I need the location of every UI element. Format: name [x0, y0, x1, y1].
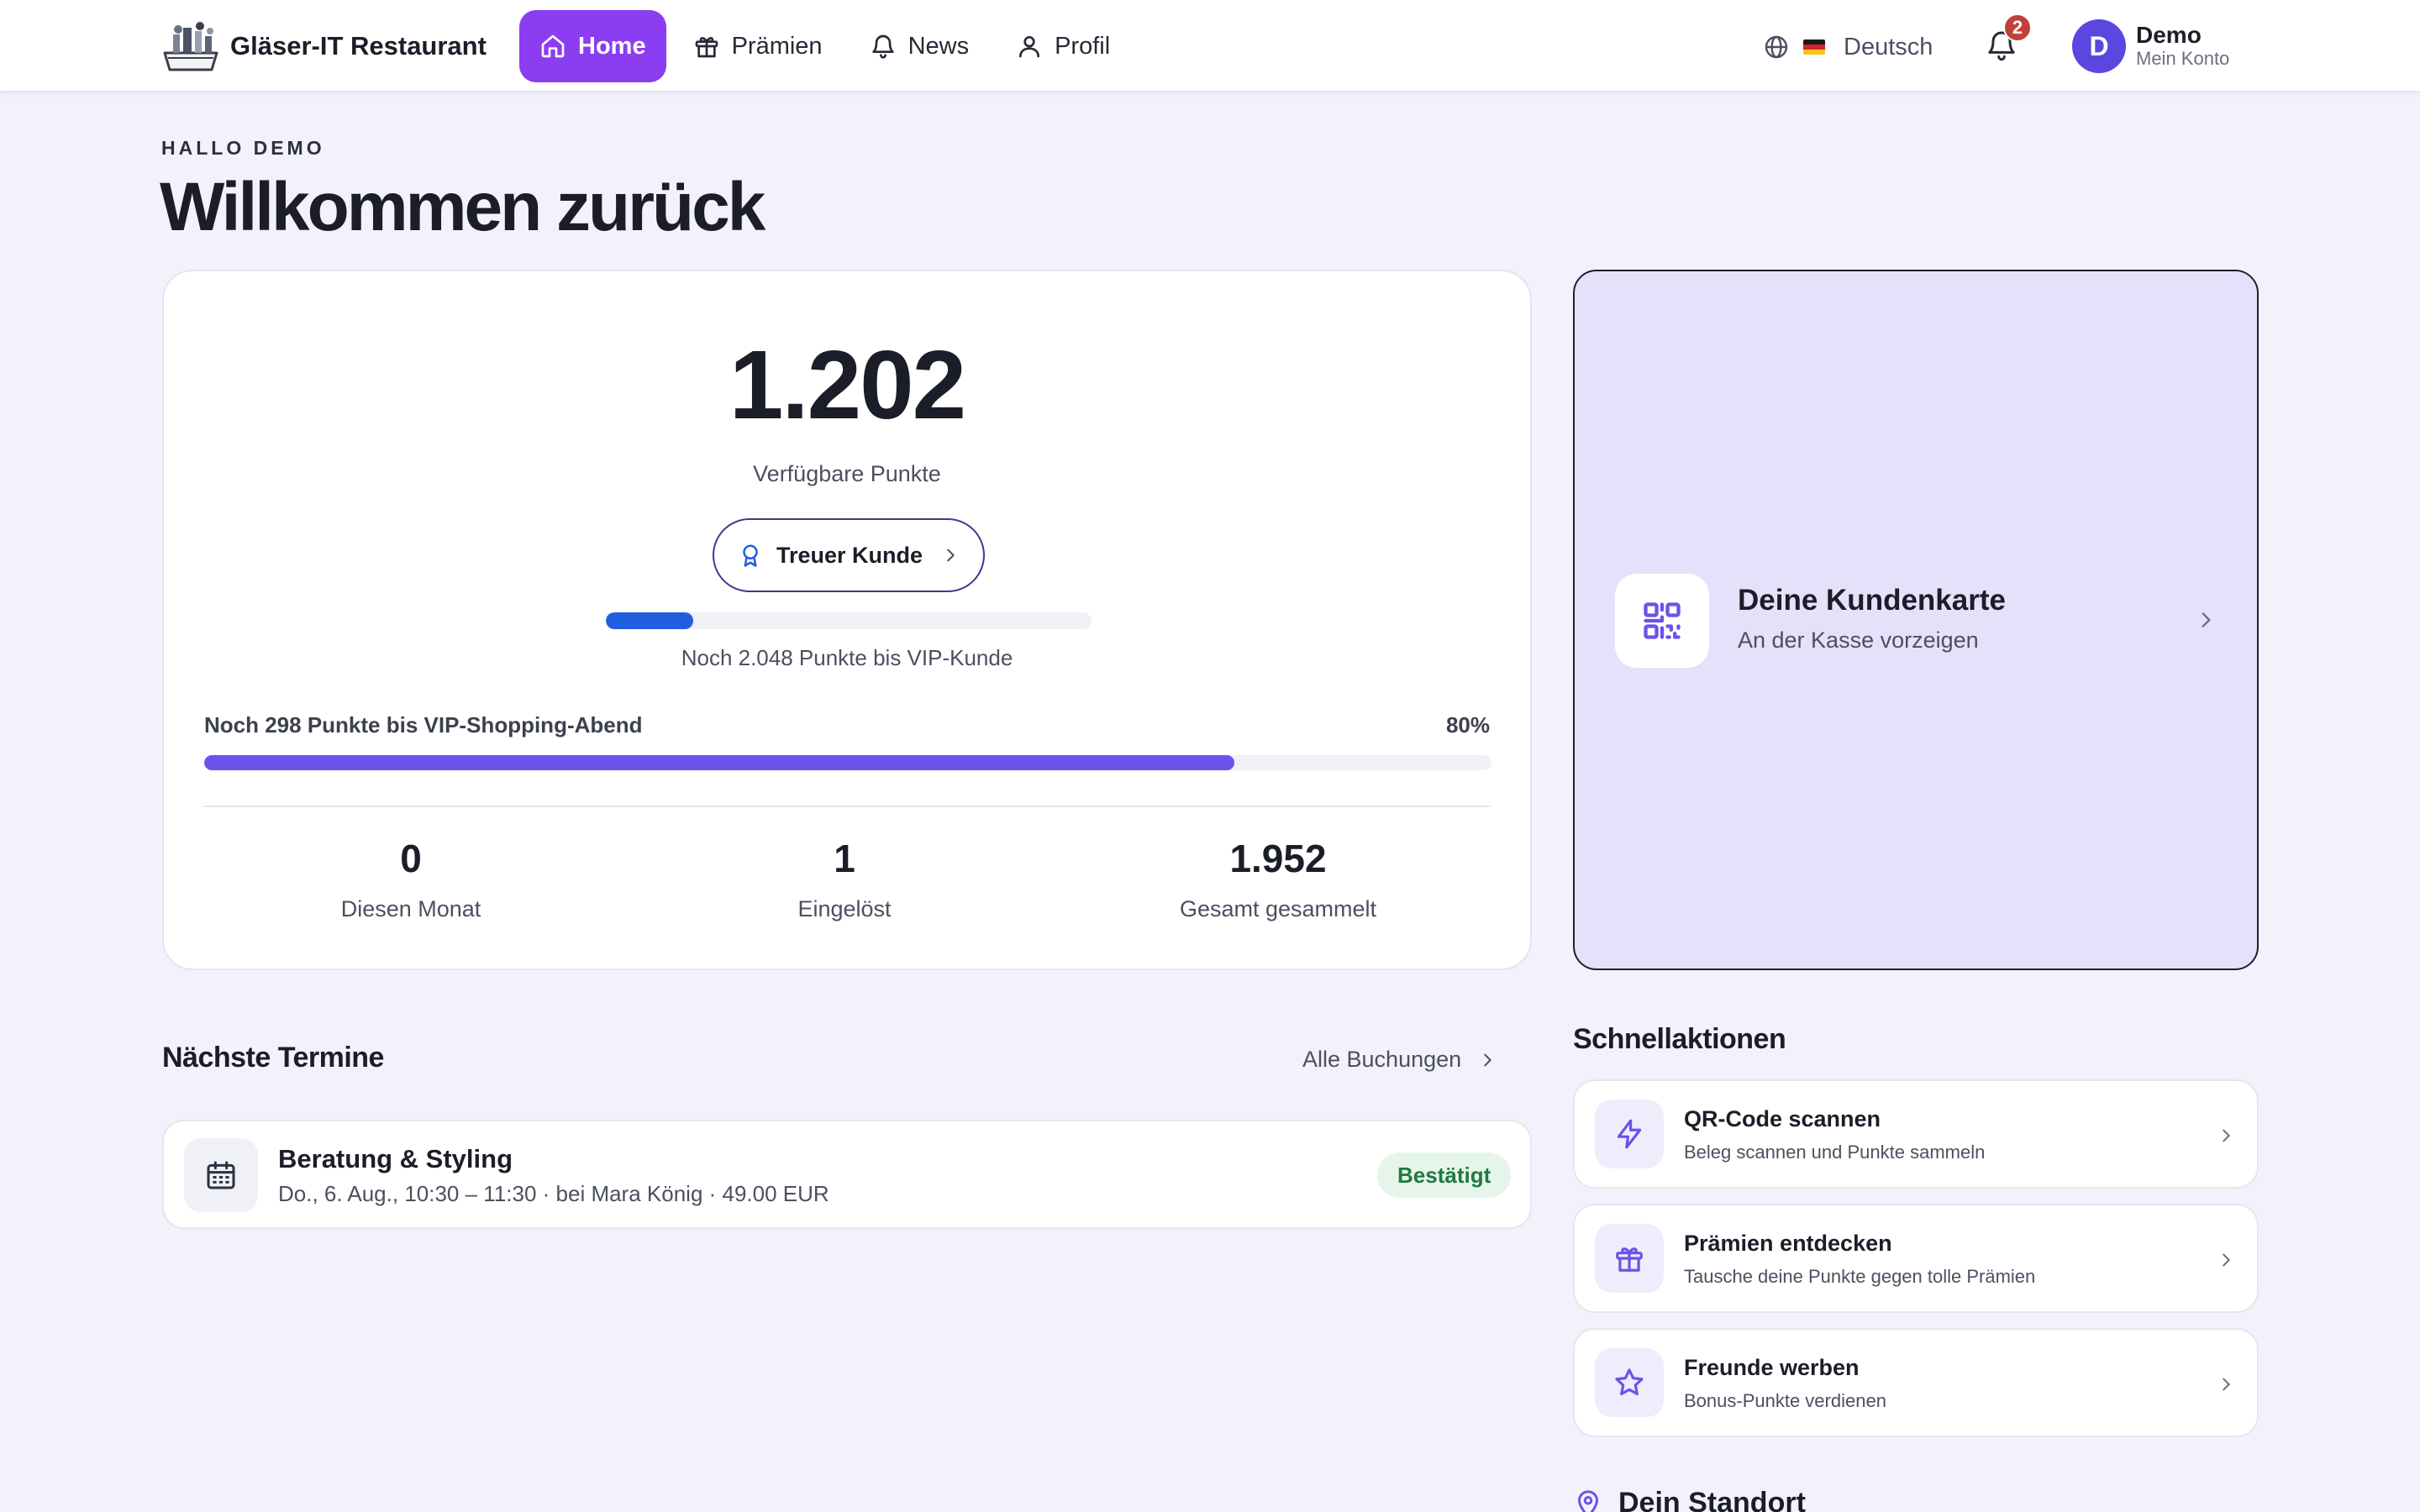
language-label: Deutsch	[1844, 33, 1933, 60]
customer-card-subtitle: An der Kasse vorzeigen	[1738, 627, 1979, 653]
tier-progress-bar	[606, 612, 1092, 629]
goal-progress-fill	[204, 755, 1234, 770]
quick-action-title: Freunde werben	[1684, 1355, 1860, 1380]
all-bookings-label: Alle Buchungen	[1302, 1047, 1462, 1072]
quick-action-subtitle: Bonus-Punkte verdienen	[1684, 1390, 1886, 1411]
tier-caption: Noch 2.048 Punkte bis VIP-Kunde	[681, 645, 1013, 670]
quick-action-title: Prämien entdecken	[1684, 1231, 1892, 1256]
language-selector[interactable]: Deutsch	[1763, 29, 1933, 66]
user-icon	[1019, 36, 1040, 58]
home-icon	[541, 34, 565, 58]
tier-progress-fill	[606, 612, 694, 629]
nav-item-news[interactable]: News	[850, 10, 990, 82]
stat-total-collected: 1.952 Gesamt gesammelt	[1102, 836, 1455, 922]
greeting-eyebrow: HALLO DEMO	[161, 137, 325, 159]
customer-card[interactable]: Deine Kundenkarte An der Kasse vorzeigen	[1573, 270, 2259, 970]
stat-value: 1.952	[1229, 837, 1327, 880]
chevron-right-icon	[2202, 612, 2211, 627]
chevron-right-icon	[2223, 1378, 2230, 1391]
quick-action-refer-friends[interactable]: Freunde werben Bonus-Punkte verdienen	[1573, 1328, 2259, 1437]
restaurant-logo-icon	[163, 22, 218, 71]
appointments-title: Nächste Termine	[162, 1042, 384, 1074]
top-bar: Gläser-IT Restaurant Home Prämien News P…	[0, 0, 2420, 92]
nav-item-label: Prämien	[731, 32, 823, 60]
lightning-icon	[1617, 1119, 1642, 1149]
brand[interactable]: Gläser-IT Restaurant	[161, 18, 487, 74]
nav-item-label: Home	[578, 32, 646, 60]
status-badge: Bestätigt	[1377, 1152, 1512, 1198]
nav-item-home[interactable]: Home	[519, 10, 666, 82]
stat-redeemed: 1 Eingelöst	[668, 836, 1021, 922]
user-name: Demo	[2136, 22, 2202, 48]
quick-action-icon-box	[1595, 1348, 1664, 1417]
tier-button[interactable]: Treuer Kunde	[713, 518, 985, 592]
user-subtitle: Mein Konto	[2136, 48, 2230, 69]
brand-name: Gläser-IT Restaurant	[230, 31, 487, 60]
quick-actions-title: Schnellaktionen	[1573, 1023, 1786, 1055]
german-flag-icon	[1803, 39, 1825, 55]
stat-label: Gesamt gesammelt	[1179, 896, 1377, 921]
stat-label: Eingelöst	[797, 896, 892, 921]
nav-item-profil[interactable]: Profil	[996, 10, 1130, 82]
globe-icon	[1765, 35, 1788, 59]
quick-action-subtitle: Beleg scannen und Punkte sammeln	[1684, 1142, 1986, 1163]
qr-code-icon	[1644, 602, 1681, 639]
award-icon	[743, 544, 758, 567]
appointment-details: Do., 6. Aug., 10:30 – 11:30 · bei Mara K…	[278, 1181, 829, 1206]
quick-action-title: QR-Code scannen	[1684, 1106, 1881, 1131]
gift-icon	[695, 37, 718, 58]
nav-item-label: Profil	[1055, 32, 1111, 60]
points-card: 1.202 Verfügbare Punkte Treuer Kunde Noc…	[162, 270, 1532, 970]
customer-card-title: Deine Kundenkarte	[1738, 584, 2006, 617]
tier-label: Treuer Kunde	[776, 542, 923, 568]
stat-value: 1	[834, 837, 855, 880]
customer-card-qr	[1615, 574, 1709, 668]
bell-icon	[871, 34, 894, 59]
nav-item-praemien[interactable]: Prämien	[673, 10, 843, 82]
goal-percent: 80%	[1445, 712, 1490, 738]
divider	[204, 806, 1491, 807]
map-pin-icon	[1578, 1489, 1598, 1512]
nav-item-label: News	[908, 32, 970, 60]
points-label: Verfügbare Punkte	[753, 461, 941, 486]
quick-action-icon-box	[1595, 1224, 1664, 1293]
points-value: 1.202	[729, 330, 966, 439]
location-title: Dein Standort	[1618, 1487, 1806, 1512]
chevron-right-icon	[947, 549, 955, 562]
stat-value: 0	[400, 837, 422, 880]
quick-action-subtitle: Tausche deine Punkte gegen tolle Prämien	[1684, 1266, 2036, 1287]
notification-count-badge: 2	[2003, 13, 2032, 42]
appointment-item[interactable]: Beratung & Styling Do., 6. Aug., 10:30 –…	[162, 1120, 1532, 1229]
page-title: Willkommen zurück	[160, 169, 765, 245]
user-menu[interactable]: D Demo Mein Konto	[2072, 19, 2229, 73]
quick-action-discover-rewards[interactable]: Prämien entdecken Tausche deine Punkte g…	[1573, 1204, 2259, 1313]
location-section-header: Dein Standort	[1573, 1487, 1806, 1512]
quick-action-scan-qr[interactable]: QR-Code scannen Beleg scannen und Punkte…	[1573, 1079, 2259, 1189]
calendar-icon	[207, 1161, 235, 1189]
user-info: Demo Mein Konto	[2136, 23, 2229, 70]
chevron-right-icon	[2223, 1253, 2230, 1267]
goal-progress-bar	[204, 755, 1491, 770]
goal-label: Noch 298 Punkte bis VIP-Shopping-Abend	[204, 712, 643, 738]
appointment-icon-box	[184, 1138, 258, 1212]
stat-label: Diesen Monat	[340, 896, 481, 921]
quick-action-icon-box	[1595, 1100, 1664, 1168]
chevron-right-icon	[2223, 1129, 2230, 1142]
gift-icon	[1616, 1247, 1643, 1272]
appointment-title: Beratung & Styling	[278, 1144, 513, 1173]
stat-this-month: 0 Diesen Monat	[234, 836, 587, 922]
all-bookings-link[interactable]: Alle Buchungen	[1302, 1047, 1497, 1073]
main-nav: Home Prämien News Profil	[519, 10, 1130, 82]
avatar: D	[2072, 19, 2126, 73]
star-icon	[1615, 1368, 1644, 1396]
chevron-right-icon	[1484, 1053, 1491, 1066]
